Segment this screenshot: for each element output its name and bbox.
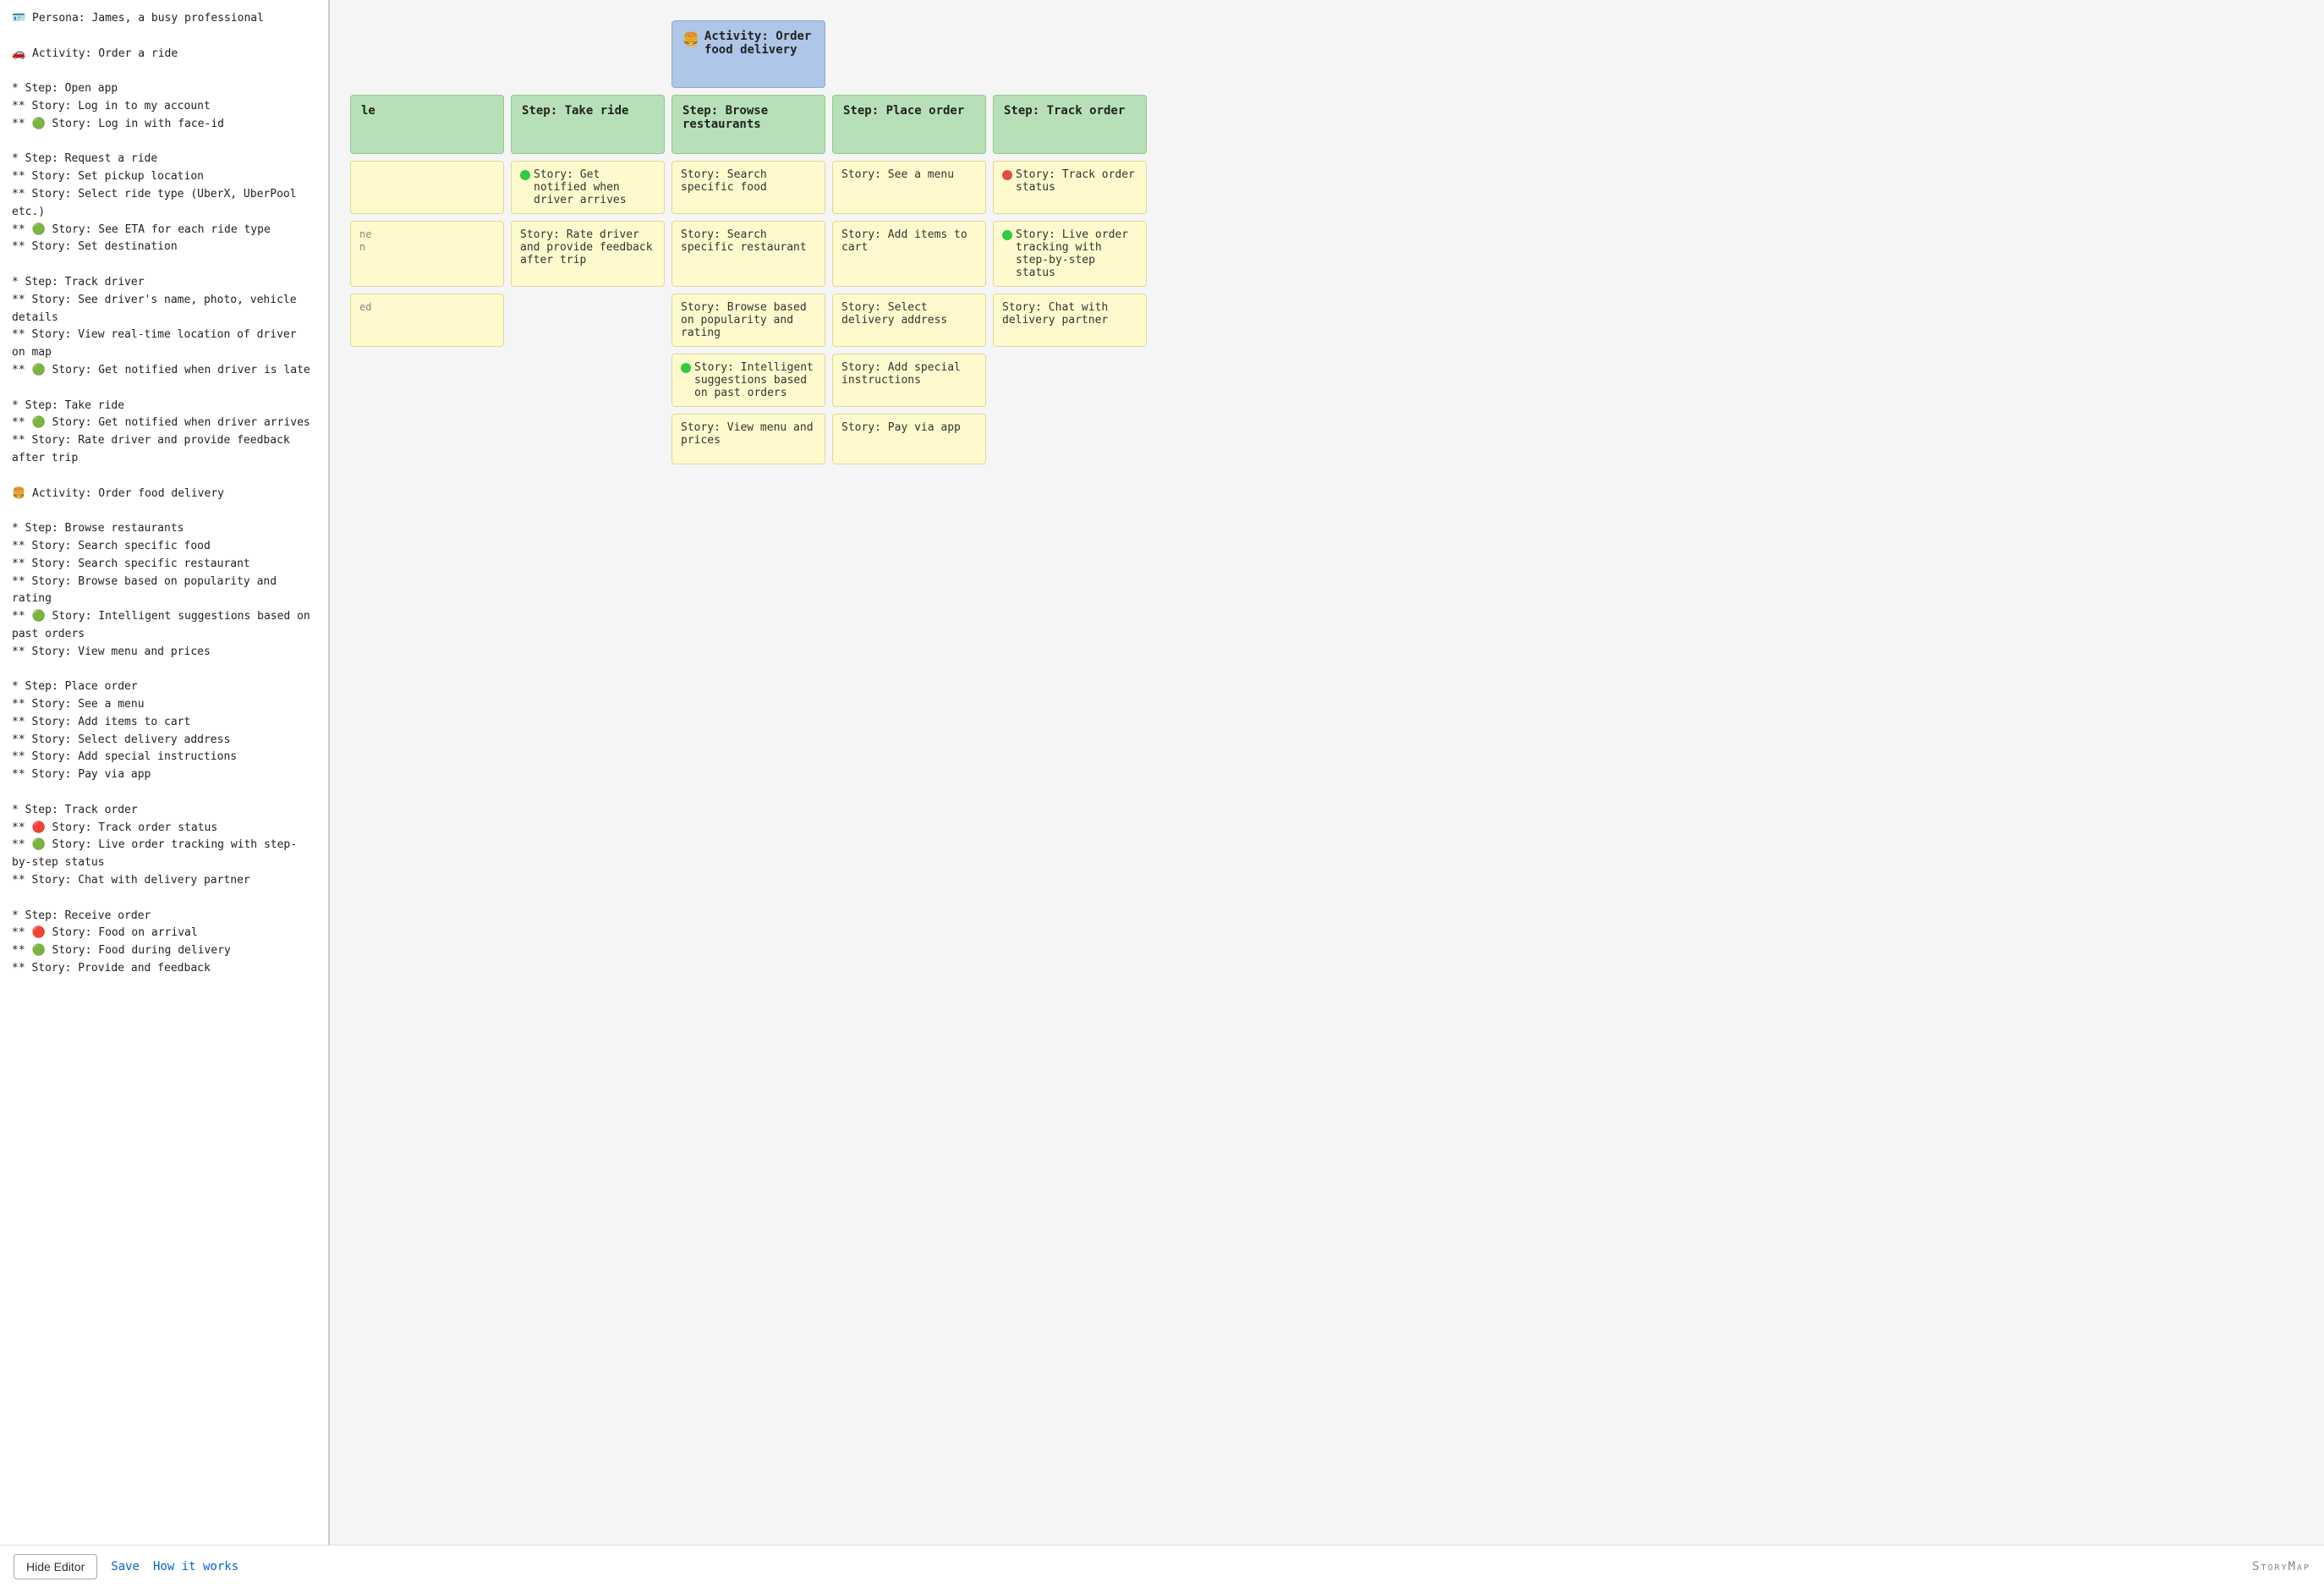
storymap-brand: StoryMap xyxy=(2252,1560,2310,1573)
how-it-works-link[interactable]: How it works xyxy=(153,1560,238,1573)
partial-step-label: le xyxy=(361,104,375,118)
partial-story-2: nen xyxy=(350,221,504,287)
story-take-ride-2[interactable]: Story: Rate driver and provide feedback … xyxy=(511,221,665,287)
story-track-order-1[interactable]: Story: Track order status xyxy=(993,161,1147,214)
partial-step-card: le xyxy=(350,95,504,154)
editor-content[interactable]: 🪪 Persona: James, a busy professional 🚗 … xyxy=(12,10,316,978)
dot-green-icon xyxy=(520,170,530,180)
story-place-order-2[interactable]: Story: Add items to cart xyxy=(832,221,986,287)
story-browse-3[interactable]: Story: Browse based on popularity and ra… xyxy=(671,294,825,347)
story-browse-2[interactable]: Story: Search specific restaurant xyxy=(671,221,825,287)
partial-story-2-text: nen xyxy=(359,228,371,253)
dot-green-icon-2 xyxy=(1002,230,1012,240)
story-place-order-3-text: Story: Select delivery address xyxy=(841,301,977,327)
empty-r7-c4 xyxy=(993,414,1147,464)
story-browse-3-text: Story: Browse based on popularity and ra… xyxy=(681,301,816,339)
story-place-order-1-text: Story: See a menu xyxy=(841,168,954,181)
story-place-order-5-text: Story: Pay via app xyxy=(841,421,961,434)
empty-r6-c0 xyxy=(350,354,504,407)
editor-panel[interactable]: 🪪 Persona: James, a busy professional 🚗 … xyxy=(0,0,330,1545)
dot-green-icon-4 xyxy=(681,363,691,373)
story-browse-2-text: Story: Search specific restaurant xyxy=(681,228,816,254)
story-track-order-1-text: Story: Track order status xyxy=(1016,168,1137,194)
step-label-track-order: Step: Track order xyxy=(1004,104,1125,118)
partial-story-3-text: ed xyxy=(359,301,371,313)
empty-cell-3 xyxy=(832,20,986,88)
partial-story-1 xyxy=(350,161,504,214)
step-label-place-order: Step: Place order xyxy=(843,104,964,118)
story-take-ride-1-text: Story: Get notified when driver arrives xyxy=(534,168,655,206)
empty-r7-c1 xyxy=(511,414,665,464)
story-take-ride-1[interactable]: Story: Get notified when driver arrives xyxy=(511,161,665,214)
story-track-order-2-text: Story: Live order tracking with step-by-… xyxy=(1016,228,1137,279)
partial-story-3: ed xyxy=(350,294,504,347)
story-track-order-3[interactable]: Story: Chat with delivery partner xyxy=(993,294,1147,347)
step-card-take-ride[interactable]: Step: Take ride xyxy=(511,95,665,154)
story-place-order-2-text: Story: Add items to cart xyxy=(841,228,977,254)
empty-cell-1 xyxy=(511,20,665,88)
step-card-browse[interactable]: Step: Browse restaurants xyxy=(671,95,825,154)
empty-r6-c1 xyxy=(511,354,665,407)
story-place-order-1[interactable]: Story: See a menu xyxy=(832,161,986,214)
story-take-ride-2-text: Story: Rate driver and provide feedback … xyxy=(520,228,655,266)
activity-icon: 🍔 xyxy=(682,31,699,47)
step-label-browse: Step: Browse restaurants xyxy=(682,104,814,131)
story-browse-4[interactable]: Story: Intelligent suggestions based on … xyxy=(671,354,825,407)
story-browse-1[interactable]: Story: Search specific food xyxy=(671,161,825,214)
empty-cell-4 xyxy=(993,20,1147,88)
step-card-place-order[interactable]: Step: Place order xyxy=(832,95,986,154)
take-ride-empty xyxy=(511,294,665,347)
dot-red-icon-1 xyxy=(1002,170,1012,180)
story-track-order-3-text: Story: Chat with delivery partner xyxy=(1002,301,1137,327)
story-browse-5-text: Story: View menu and prices xyxy=(681,421,816,447)
story-place-order-5[interactable]: Story: Pay via app xyxy=(832,414,986,464)
bottom-bar: Hide Editor Save How it works StoryMap xyxy=(0,1545,2324,1587)
save-link[interactable]: Save xyxy=(111,1560,140,1573)
story-browse-4-text: Story: Intelligent suggestions based on … xyxy=(694,361,816,399)
canvas-grid: 🍔 Activity: Order food delivery le Step:… xyxy=(347,17,1150,468)
hide-editor-button[interactable]: Hide Editor xyxy=(14,1554,97,1579)
step-label-take-ride: Step: Take ride xyxy=(522,104,628,118)
step-card-track-order[interactable]: Step: Track order xyxy=(993,95,1147,154)
story-place-order-3[interactable]: Story: Select delivery address xyxy=(832,294,986,347)
story-track-order-2[interactable]: Story: Live order tracking with step-by-… xyxy=(993,221,1147,287)
activity-label: Activity: Order food delivery xyxy=(704,30,814,57)
main-canvas[interactable]: 🍔 Activity: Order food delivery le Step:… xyxy=(330,0,2324,1545)
story-browse-5[interactable]: Story: View menu and prices xyxy=(671,414,825,464)
empty-r7-c0 xyxy=(350,414,504,464)
empty-cell-0 xyxy=(350,20,504,88)
story-place-order-4[interactable]: Story: Add special instructions xyxy=(832,354,986,407)
story-browse-1-text: Story: Search specific food xyxy=(681,168,816,194)
activity-card[interactable]: 🍔 Activity: Order food delivery xyxy=(671,20,825,88)
track-order-empty-r6 xyxy=(993,354,1147,407)
story-place-order-4-text: Story: Add special instructions xyxy=(841,361,977,387)
